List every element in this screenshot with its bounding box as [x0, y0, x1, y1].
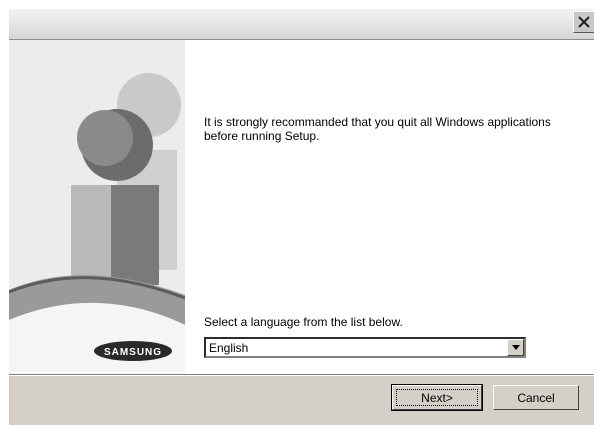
svg-text:SAMSUNG: SAMSUNG — [104, 347, 162, 358]
dialog-content: SAMSUNG It is strongly recommanded that … — [9, 40, 594, 374]
close-button[interactable] — [573, 11, 594, 33]
close-icon — [578, 16, 590, 28]
language-select[interactable]: English — [204, 337, 526, 358]
chevron-down-icon — [512, 345, 520, 350]
people-illustration — [9, 40, 185, 374]
language-label: Select a language from the list below. — [204, 315, 403, 329]
focus-rect — [396, 389, 478, 406]
next-button[interactable]: Next> — [391, 384, 483, 411]
setup-window: SAMSUNG It is strongly recommanded that … — [8, 8, 594, 425]
language-select-value: English — [209, 341, 249, 355]
title-bar[interactable] — [9, 9, 594, 40]
cancel-button[interactable]: Cancel — [493, 385, 579, 410]
recommendation-message: It is strongly recommanded that you quit… — [204, 115, 551, 143]
dropdown-button[interactable] — [507, 339, 524, 356]
divider — [9, 374, 594, 376]
cancel-button-label: Cancel — [517, 390, 555, 405]
samsung-logo: SAMSUNG — [93, 340, 173, 362]
sidebar-artwork: SAMSUNG — [9, 40, 185, 374]
